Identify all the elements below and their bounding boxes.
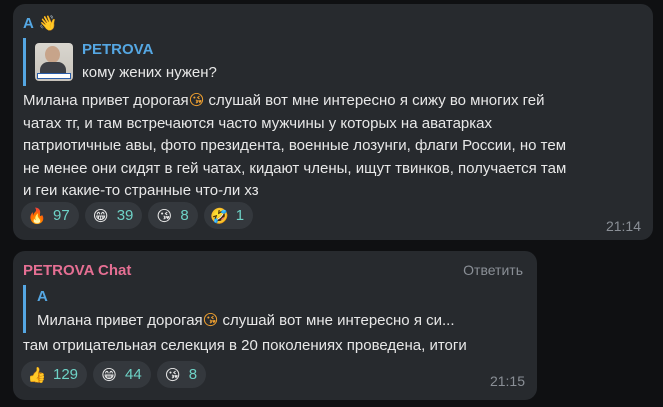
reaction-count: 44 bbox=[125, 366, 142, 383]
reply-quote[interactable]: PETROVA кому жених нужен? bbox=[23, 38, 233, 86]
reaction-count: 97 bbox=[53, 207, 70, 224]
message-line: не менее они сидят в гей чатах, кидают ч… bbox=[23, 159, 567, 177]
reaction-fire[interactable]: 🔥 97 bbox=[21, 202, 79, 229]
fire-icon: 🔥 bbox=[27, 206, 47, 225]
beaming-face-icon: 😁 bbox=[92, 206, 109, 225]
reaction-count: 8 bbox=[180, 207, 189, 224]
reply-button[interactable]: Ответить bbox=[463, 262, 523, 278]
reaction-beaming-face[interactable]: 😁 44 bbox=[93, 361, 151, 388]
rolling-laughing-face-icon: 🤣 bbox=[210, 206, 230, 225]
sender-name-text[interactable]: A bbox=[23, 15, 34, 32]
face-blowing-kiss-icon: 😘 bbox=[202, 311, 219, 329]
reaction-count: 39 bbox=[116, 207, 134, 224]
message-timestamp: 21:15 bbox=[489, 373, 525, 389]
reaction-thumbs-up[interactable]: 👍 129 bbox=[21, 361, 88, 388]
message-line: патриотичные авы, фото президента, военн… bbox=[23, 137, 567, 155]
reaction-beaming-face[interactable]: 😁 39 bbox=[84, 202, 143, 229]
sender-name[interactable]: PETROVA Chat bbox=[23, 262, 131, 279]
reaction-count: 129 bbox=[53, 366, 79, 383]
message-line: чатах тг, и там встречаются часто мужчин… bbox=[23, 114, 493, 132]
face-blowing-kiss-icon: 😘 bbox=[164, 365, 181, 384]
reactions-bar: 🔥 97 😁 39 😘 8 🤣 1 bbox=[21, 202, 254, 229]
face-blowing-kiss-icon: 😘 bbox=[156, 206, 173, 225]
thumbs-up-icon: 👍 bbox=[27, 365, 47, 384]
reactions-bar: 👍 129 😁 44 😘 8 bbox=[21, 361, 207, 388]
reaction-count: 8 bbox=[188, 366, 198, 383]
reaction-kiss[interactable]: 😘 8 bbox=[156, 361, 207, 388]
message-bubble[interactable]: A 👋 PETROVA кому жених нужен? Милана прив… bbox=[13, 4, 653, 240]
message-text: Милана привет дорогая😘 слушай вот мне ин… bbox=[23, 89, 645, 203]
beaming-face-icon: 😁 bbox=[101, 365, 117, 384]
quote-thumbnail bbox=[35, 43, 73, 81]
reply-quote[interactable]: A Милана привет дорогая😘 слушай вот мне … bbox=[23, 285, 528, 333]
quote-text: кому жених нужен? bbox=[82, 64, 217, 81]
message-line: и геи какие-то странные что-ли хз bbox=[23, 182, 259, 200]
sender-name[interactable]: A 👋 bbox=[23, 14, 58, 32]
message-text: там отрицательная селекция в 20 поколени… bbox=[23, 337, 467, 354]
reaction-kiss[interactable]: 😘 8 bbox=[148, 202, 198, 229]
waving-hand-icon: 👋 bbox=[38, 14, 58, 32]
face-blowing-kiss-icon: 😘 bbox=[188, 91, 205, 109]
reaction-rofl[interactable]: 🤣 1 bbox=[203, 202, 254, 229]
message-bubble[interactable]: PETROVA Chat Ответить A Милана привет до… bbox=[13, 251, 537, 400]
quote-text: Милана привет дорогая😘 слушай вот мне ин… bbox=[37, 311, 455, 329]
message-line: Милана привет дорогая😘 слушай вот мне ин… bbox=[23, 89, 645, 113]
message-timestamp: 21:14 bbox=[605, 218, 641, 234]
quote-author: A bbox=[37, 288, 48, 305]
reaction-count: 1 bbox=[235, 207, 245, 224]
quote-author: PETROVA bbox=[82, 41, 154, 58]
